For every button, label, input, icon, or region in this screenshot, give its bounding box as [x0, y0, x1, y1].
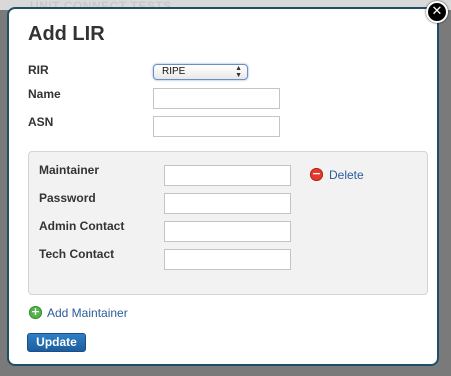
rir-select[interactable]: RIPE ▲ ▼: [153, 64, 248, 80]
maintainer-fieldset: Maintainer − Delete Password Admin Conta…: [28, 151, 428, 295]
tech-contact-label: Tech Contact: [39, 247, 115, 261]
asn-label: ASN: [28, 115, 54, 129]
delete-link[interactable]: Delete: [329, 168, 364, 182]
admin-contact-input[interactable]: [164, 221, 291, 242]
add-lir-dialog: Add LIR RIR RIPE ▲ ▼ Name ASN Maintainer …: [7, 7, 439, 366]
password-input[interactable]: [164, 193, 291, 214]
name-input[interactable]: [153, 88, 280, 109]
rir-label: RIR: [28, 63, 49, 77]
add-maintainer-link[interactable]: Add Maintainer: [47, 306, 128, 320]
dialog-title: Add LIR: [28, 23, 105, 45]
close-button[interactable]: ✕: [426, 1, 448, 23]
delete-icon[interactable]: −: [310, 168, 323, 181]
tech-contact-input[interactable]: [164, 249, 291, 270]
name-label: Name: [28, 87, 61, 101]
asn-input[interactable]: [153, 116, 280, 137]
add-icon[interactable]: +: [29, 306, 42, 319]
select-arrows-icon: ▲ ▼: [235, 65, 242, 79]
update-button[interactable]: Update: [27, 333, 86, 352]
maintainer-input[interactable]: [164, 165, 291, 186]
admin-contact-label: Admin Contact: [39, 219, 125, 233]
maintainer-label: Maintainer: [39, 163, 100, 177]
rir-selected-value: RIPE: [162, 66, 186, 77]
password-label: Password: [39, 191, 96, 205]
